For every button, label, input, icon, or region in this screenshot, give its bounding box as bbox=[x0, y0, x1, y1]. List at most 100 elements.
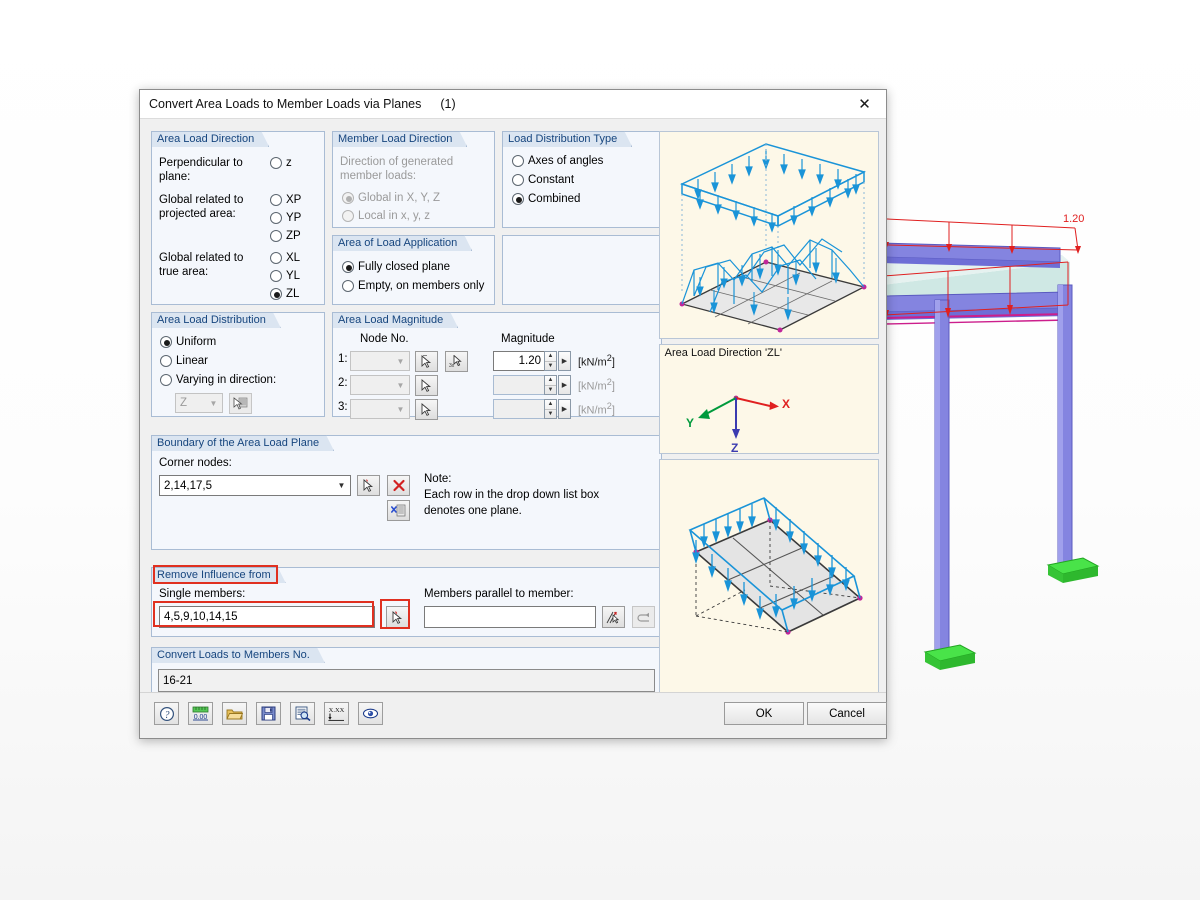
node-select-1[interactable]: ▼ bbox=[350, 351, 410, 371]
ok-button[interactable]: OK bbox=[724, 702, 804, 725]
apply-parallel-icon[interactable] bbox=[632, 606, 655, 628]
close-icon[interactable]: ✕ bbox=[843, 90, 886, 118]
varying-direction-select[interactable]: Z ▼ bbox=[175, 393, 223, 413]
magnitude-spinner-3[interactable]: ▲ ▼ ▶ bbox=[493, 399, 571, 419]
delete-red-x-icon[interactable] bbox=[387, 475, 410, 496]
spinner-down[interactable]: ▼ bbox=[545, 386, 556, 395]
help-icon[interactable]: ? bbox=[154, 702, 179, 725]
group-area-load-magnitude: Area Load Magnitude Node No. Magnitude 1… bbox=[332, 312, 662, 420]
radio-direction-yl[interactable]: YL bbox=[270, 269, 300, 283]
radio-knob bbox=[160, 355, 172, 367]
radio-uniform[interactable]: Uniform bbox=[160, 335, 216, 349]
row-index: 3: bbox=[338, 401, 348, 413]
pick-members-icon[interactable] bbox=[386, 606, 409, 628]
spinner-up[interactable]: ▲ bbox=[545, 400, 556, 410]
group-header-convert-loads: Convert Loads to Members No. bbox=[151, 647, 325, 663]
clear-list-icon[interactable] bbox=[387, 500, 410, 521]
radio-direction-xp[interactable]: XP bbox=[270, 193, 301, 207]
magnitude-spinner-2[interactable]: ▲ ▼ ▶ bbox=[493, 375, 571, 395]
dialog-title: Convert Area Loads to Member Loads via P… bbox=[149, 97, 422, 111]
label-members-parallel: Members parallel to member: bbox=[424, 588, 574, 600]
cursor-pick-glyph bbox=[421, 403, 431, 416]
radio-knob bbox=[512, 193, 524, 205]
corner-nodes-select[interactable]: 2,14,17,5 ▼ bbox=[159, 475, 351, 496]
closed-plane-preview[interactable] bbox=[658, 459, 879, 697]
units-icon[interactable]: 0.00 bbox=[188, 702, 213, 725]
radio-empty-on-members-only[interactable]: Empty, on members only bbox=[342, 279, 484, 293]
area-load-direction-preview[interactable]: Area Load Direction 'ZL' X Y Z bbox=[658, 344, 879, 454]
magnitude-spinner-1[interactable]: 1.20 ▲ ▼ ▶ bbox=[493, 351, 571, 371]
document-search-glyph bbox=[295, 706, 311, 721]
convert-loads-output: 16-21 bbox=[158, 669, 655, 692]
pick-nodes-icon[interactable] bbox=[357, 475, 380, 496]
group-header-area-load-distribution: Area Load Distribution bbox=[151, 312, 281, 328]
xxx-icon[interactable]: X.XX bbox=[324, 702, 349, 725]
load-distribution-preview[interactable] bbox=[658, 131, 879, 339]
magnitude-dropdown-icon[interactable]: ▶ bbox=[558, 375, 571, 395]
radio-knob bbox=[270, 288, 282, 300]
magnitude-dropdown-icon[interactable]: ▶ bbox=[558, 399, 571, 419]
spinner-updown-icon[interactable]: ▲ ▼ bbox=[544, 375, 557, 395]
spinner-up[interactable]: ▲ bbox=[545, 352, 556, 362]
members-parallel-input[interactable] bbox=[424, 606, 596, 628]
pick-node-icon[interactable] bbox=[415, 375, 438, 396]
radio-fully-closed-plane[interactable]: Fully closed plane bbox=[342, 260, 450, 274]
pick-parallel-members-icon[interactable] bbox=[602, 606, 625, 628]
spinner-updown-icon[interactable]: ▲ ▼ bbox=[544, 399, 557, 419]
radio-label: XP bbox=[286, 194, 302, 206]
convert-area-loads-dialog[interactable]: Convert Area Loads to Member Loads via P… bbox=[139, 89, 887, 739]
preview-icon[interactable] bbox=[290, 702, 315, 725]
svg-text:3x: 3x bbox=[449, 363, 455, 368]
magnitude-dropdown-icon[interactable]: ▶ bbox=[558, 351, 571, 371]
spinner-updown-icon[interactable]: ▲ ▼ bbox=[544, 351, 557, 371]
pick-node-icon[interactable] bbox=[415, 399, 438, 420]
spinner-up[interactable]: ▲ bbox=[545, 376, 556, 386]
eye-icon[interactable] bbox=[358, 702, 383, 725]
magnitude-unit-3: [kN/m2] bbox=[578, 401, 615, 417]
radio-member-global[interactable]: Global in X, Y, Z bbox=[342, 191, 440, 205]
spinner-down[interactable]: ▼ bbox=[545, 362, 556, 371]
radio-knob bbox=[270, 230, 282, 242]
dialog-titlebar[interactable]: Convert Area Loads to Member Loads via P… bbox=[140, 90, 886, 119]
label-global-true-area: Global related to true area: bbox=[159, 252, 244, 278]
radio-knob bbox=[342, 210, 354, 222]
dialog-title-instance: (1) bbox=[440, 97, 456, 111]
pick-3-nodes-icon[interactable]: 3x bbox=[445, 351, 468, 372]
node-select-3[interactable]: ▼ bbox=[350, 399, 410, 419]
cancel-button[interactable]: Cancel bbox=[807, 702, 887, 725]
save-disk-icon[interactable] bbox=[256, 702, 281, 725]
svg-text:?: ? bbox=[164, 710, 169, 721]
radio-direction-yp[interactable]: YP bbox=[270, 211, 301, 225]
node-select-2[interactable]: ▼ bbox=[350, 375, 410, 395]
label-member-load-note: Direction of generated member loads: bbox=[340, 156, 454, 182]
radio-label: YL bbox=[286, 270, 301, 282]
single-members-input[interactable]: 4,5,9,10,14,15 bbox=[159, 606, 375, 628]
note-title: Note: bbox=[424, 473, 452, 485]
chevron-down-icon: ▼ bbox=[396, 356, 405, 366]
radio-direction-zl[interactable]: ZL bbox=[270, 287, 299, 301]
radio-direction-zp[interactable]: ZP bbox=[270, 229, 301, 243]
group-area-of-load-application: Area of Load Application Fully closed pl… bbox=[332, 235, 495, 305]
magnitude-value: 1.20 bbox=[493, 351, 544, 371]
open-folder-icon[interactable] bbox=[222, 702, 247, 725]
radio-combined[interactable]: Combined bbox=[512, 192, 580, 206]
radio-varying-in-direction[interactable]: Varying in direction: bbox=[160, 373, 276, 387]
convert-loads-value: 16-21 bbox=[163, 674, 193, 687]
radio-axes-of-angles[interactable]: Axes of angles bbox=[512, 154, 603, 168]
load-distribution-graphic bbox=[679, 143, 867, 333]
spinner-down[interactable]: ▼ bbox=[545, 410, 556, 419]
pick-node-icon[interactable] bbox=[415, 351, 438, 372]
radio-label: z bbox=[286, 157, 292, 169]
group-header-area-load-direction: Area Load Direction bbox=[151, 131, 269, 147]
radio-direction-z[interactable]: z bbox=[270, 156, 292, 170]
group-header-area-load-magnitude: Area Load Magnitude bbox=[332, 312, 458, 328]
eye-glyph bbox=[362, 708, 379, 719]
radio-member-local[interactable]: Local in x, y, z bbox=[342, 209, 430, 223]
radio-direction-xl[interactable]: XL bbox=[270, 251, 300, 265]
radio-constant[interactable]: Constant bbox=[512, 173, 574, 187]
radio-knob bbox=[270, 194, 282, 206]
radio-linear[interactable]: Linear bbox=[160, 354, 208, 368]
pick-direction-icon[interactable] bbox=[229, 393, 252, 414]
radio-label: Local in x, y, z bbox=[358, 210, 431, 222]
note-line-2: denotes one plane. bbox=[424, 505, 522, 517]
